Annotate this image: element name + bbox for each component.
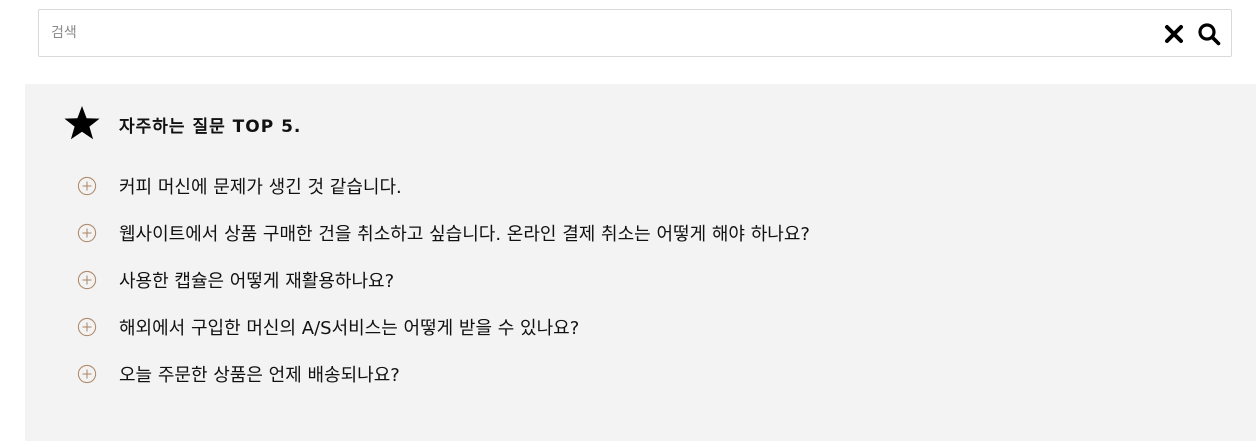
faq-title: 자주하는 질문 TOP 5. xyxy=(119,116,302,137)
faq-question: 커피 머신에 문제가 생긴 것 같습니다. xyxy=(119,176,402,198)
faq-panel: 자주하는 질문 TOP 5. 커피 머신에 문제가 생긴 것 같습니다. 웹사이… xyxy=(25,84,1256,441)
faq-item[interactable]: 사용한 캡슐은 어떻게 재활용하나요? xyxy=(77,256,810,303)
search-bar xyxy=(38,9,1232,57)
faq-item[interactable]: 웹사이트에서 상품 구매한 건을 취소하고 싶습니다. 온라인 결제 취소는 어… xyxy=(77,209,810,256)
faq-list: 커피 머신에 문제가 생긴 것 같습니다. 웹사이트에서 상품 구매한 건을 취… xyxy=(77,162,810,397)
faq-item[interactable]: 해외에서 구입한 머신의 A/S서비스는 어떻게 받을 수 있나요? xyxy=(77,303,810,350)
faq-header: 자주하는 질문 TOP 5. xyxy=(63,104,301,144)
search-button[interactable] xyxy=(1197,22,1221,46)
star-icon xyxy=(64,106,100,140)
search-icon xyxy=(1198,23,1221,46)
faq-question: 오늘 주문한 상품은 언제 배송되나요? xyxy=(119,364,400,386)
plus-circle-icon xyxy=(77,270,97,289)
plus-circle-icon xyxy=(77,223,97,242)
search-input[interactable] xyxy=(51,10,1151,56)
plus-circle-icon xyxy=(77,176,97,195)
faq-question: 사용한 캡슐은 어떻게 재활용하나요? xyxy=(119,270,395,292)
plus-circle-icon xyxy=(77,364,97,383)
close-icon xyxy=(1165,25,1183,43)
clear-search-button[interactable] xyxy=(1164,24,1184,44)
faq-item[interactable]: 커피 머신에 문제가 생긴 것 같습니다. xyxy=(77,162,810,209)
plus-circle-icon xyxy=(77,317,97,336)
faq-question: 해외에서 구입한 머신의 A/S서비스는 어떻게 받을 수 있나요? xyxy=(119,317,580,339)
faq-item[interactable]: 오늘 주문한 상품은 언제 배송되나요? xyxy=(77,350,810,397)
faq-question: 웹사이트에서 상품 구매한 건을 취소하고 싶습니다. 온라인 결제 취소는 어… xyxy=(119,223,810,245)
